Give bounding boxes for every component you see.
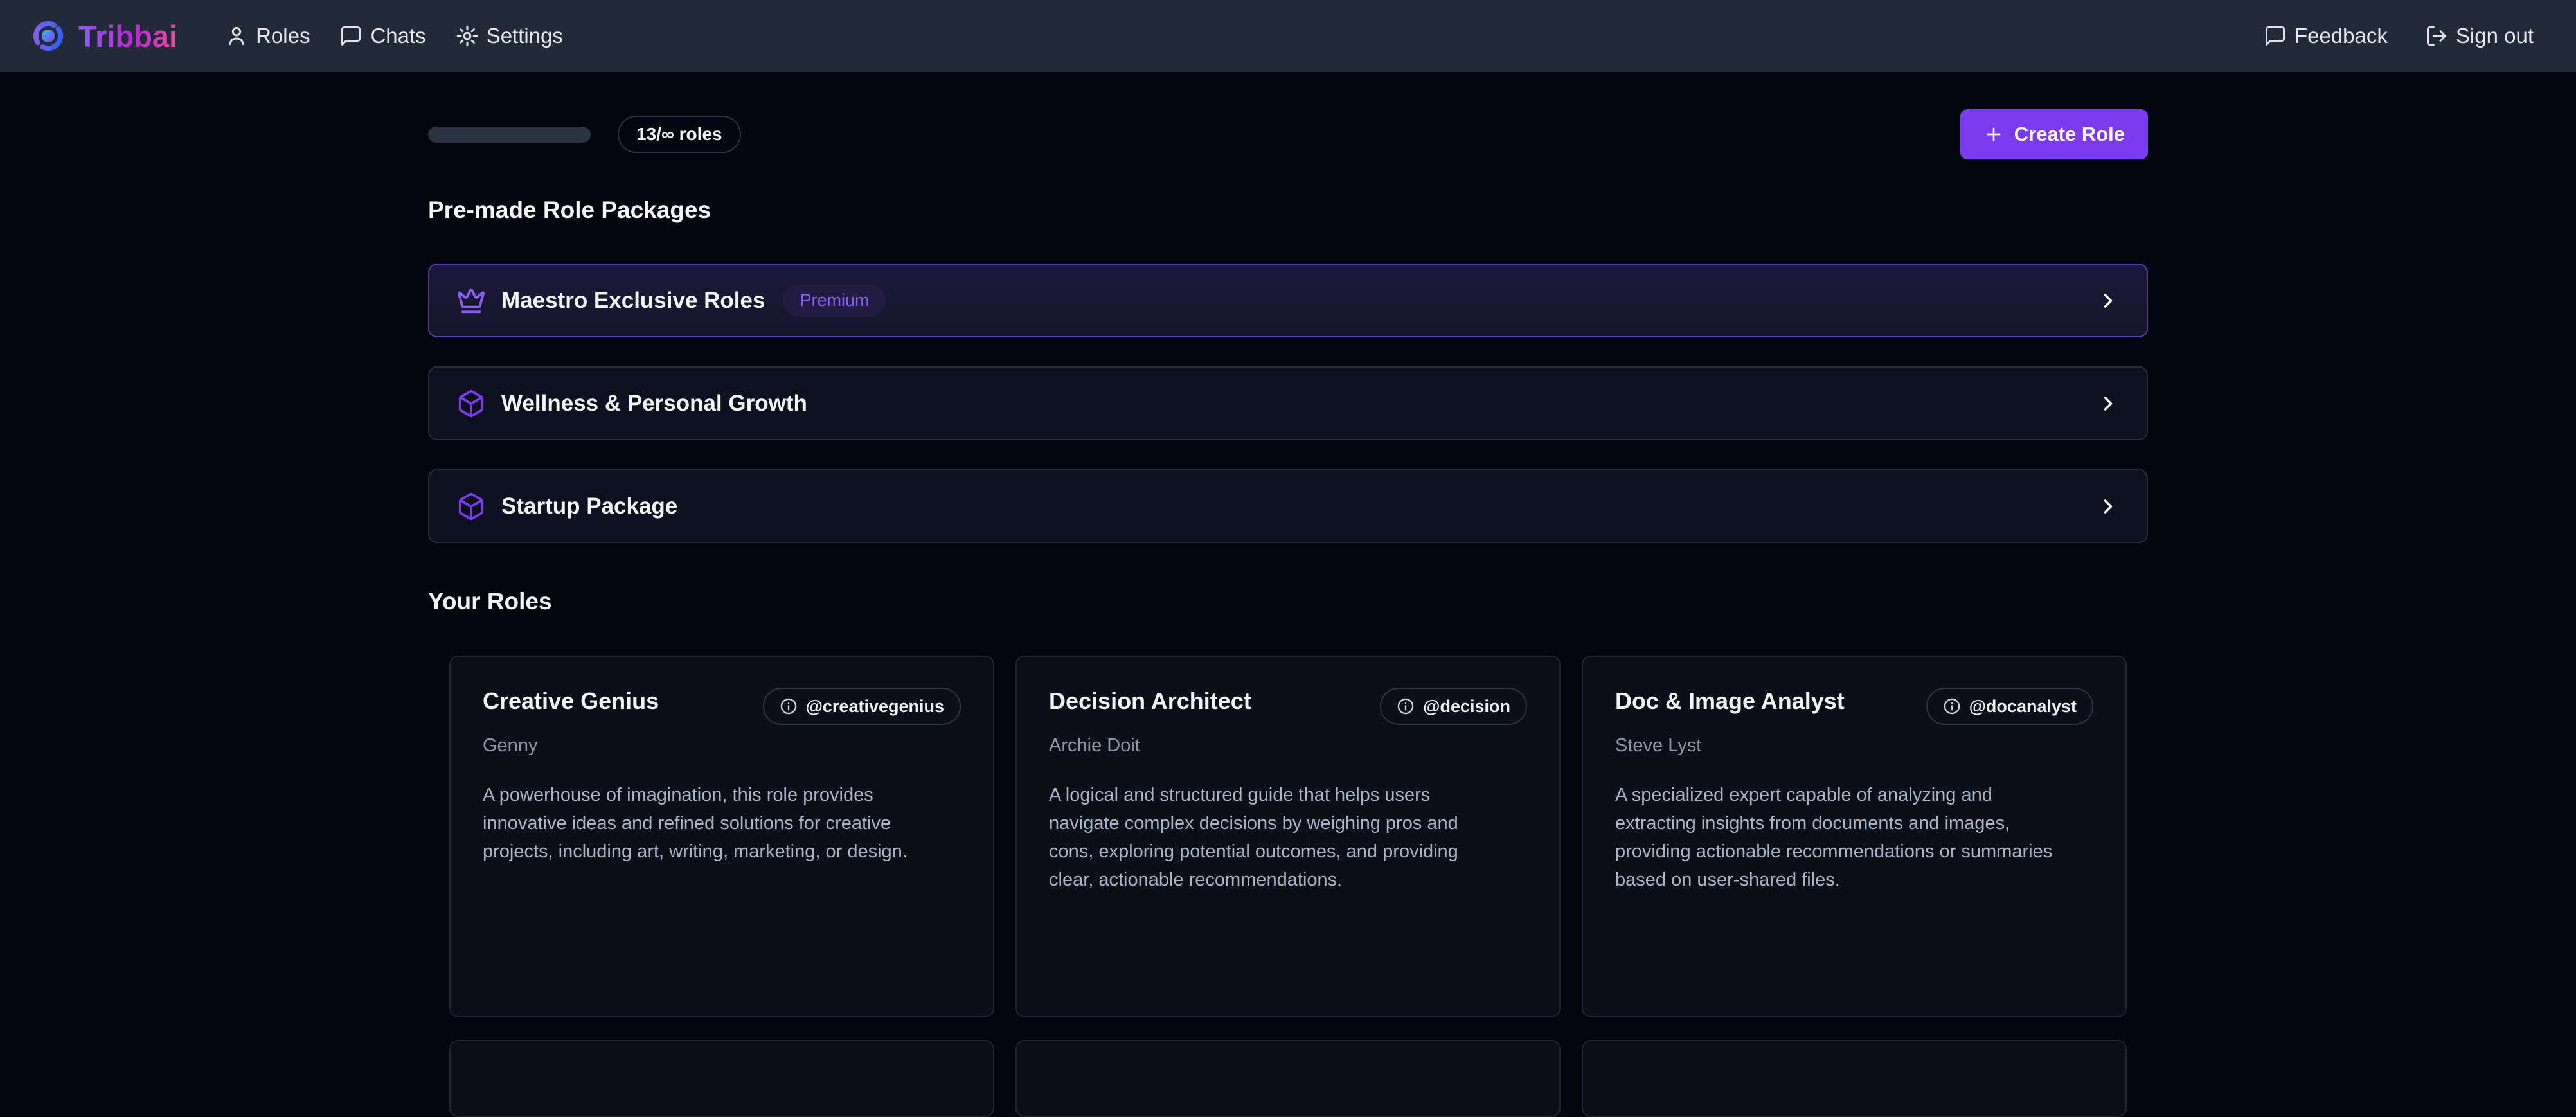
premade-packages-heading: Pre-made Role Packages <box>428 197 2148 224</box>
role-handle: @docanalyst <box>1969 697 2077 717</box>
create-role-button[interactable]: Create Role <box>1960 109 2148 159</box>
package-title: Wellness & Personal Growth <box>501 391 807 416</box>
role-title: Doc & Image Analyst <box>1615 688 1845 715</box>
role-handle: @decision <box>1423 697 1510 717</box>
nav-item-label: Roles <box>256 24 310 48</box>
package-icon <box>456 492 486 521</box>
role-title: Decision Architect <box>1049 688 1251 715</box>
chevron-right-icon <box>2097 289 2120 312</box>
info-icon <box>1397 697 1415 715</box>
role-handle-badge[interactable]: @decision <box>1380 688 1527 725</box>
info-icon <box>1943 697 1961 715</box>
secondary-nav: Feedback Sign out <box>2264 24 2534 48</box>
brand-name: Tribbai <box>78 19 177 54</box>
package-row-maestro[interactable]: Maestro Exclusive Roles Premium <box>428 264 2148 337</box>
plus-icon <box>1983 124 2004 145</box>
package-title: Startup Package <box>501 494 677 519</box>
role-card-partial[interactable] <box>1582 1040 2127 1117</box>
gear-icon <box>456 24 479 48</box>
role-card-creative-genius[interactable]: Creative Genius @creativegenius Genny A … <box>449 656 994 1017</box>
roles-toolbar: 13/∞ roles Create Role <box>428 109 2148 159</box>
roles-count-badge: 13/∞ roles <box>618 116 741 153</box>
package-row-wellness[interactable]: Wellness & Personal Growth <box>428 366 2148 440</box>
nav-item-label: Settings <box>487 24 563 48</box>
chat-bubble-icon <box>339 24 362 48</box>
role-card-partial[interactable] <box>449 1040 994 1117</box>
package-title: Maestro Exclusive Roles <box>501 288 765 314</box>
role-description: A powerhouse of imagination, this role p… <box>483 781 922 866</box>
package-list: Maestro Exclusive Roles Premium Wellness… <box>428 264 2148 543</box>
role-card-header: Decision Architect @decision <box>1049 688 1527 725</box>
roles-grid-row-2 <box>449 1040 2127 1117</box>
roles-progress-bar <box>428 127 591 143</box>
nav-item-roles[interactable]: Roles <box>225 24 310 48</box>
sign-out-label: Sign out <box>2456 24 2534 48</box>
chat-bubble-icon <box>2264 24 2287 48</box>
role-title: Creative Genius <box>483 688 659 715</box>
brand-logo[interactable]: Tribbai <box>31 19 177 54</box>
user-icon <box>225 24 248 48</box>
feedback-button[interactable]: Feedback <box>2264 24 2388 48</box>
roles-grid: Creative Genius @creativegenius Genny A … <box>449 656 2127 1017</box>
feedback-label: Feedback <box>2294 24 2388 48</box>
tribbai-logo-icon <box>31 19 66 53</box>
role-handle-badge[interactable]: @creativegenius <box>763 688 961 725</box>
role-handle: @creativegenius <box>806 697 944 717</box>
nav-item-label: Chats <box>370 24 425 48</box>
create-role-label: Create Role <box>2014 123 2125 146</box>
chevron-right-icon <box>2097 495 2120 518</box>
role-card-decision-architect[interactable]: Decision Architect @decision Archie Doit… <box>1015 656 1561 1017</box>
your-roles-heading: Your Roles <box>428 588 2148 615</box>
role-handle-badge[interactable]: @docanalyst <box>1926 688 2093 725</box>
role-subtitle: Steve Lyst <box>1615 735 2093 756</box>
crown-icon <box>456 286 486 316</box>
info-icon <box>780 697 798 715</box>
main-content: 13/∞ roles Create Role Pre-made Role Pac… <box>428 109 2148 1117</box>
role-card-header: Creative Genius @creativegenius <box>483 688 961 725</box>
chevron-right-icon <box>2097 392 2120 415</box>
logout-icon <box>2425 24 2448 48</box>
sign-out-button[interactable]: Sign out <box>2425 24 2534 48</box>
role-card-header: Doc & Image Analyst @docanalyst <box>1615 688 2093 725</box>
package-row-startup[interactable]: Startup Package <box>428 469 2148 543</box>
role-card-doc-image-analyst[interactable]: Doc & Image Analyst @docanalyst Steve Ly… <box>1582 656 2127 1017</box>
role-description: A specialized expert capable of analyzin… <box>1615 781 2055 894</box>
role-subtitle: Genny <box>483 735 961 756</box>
roles-count-label: 13/∞ roles <box>636 124 722 145</box>
premium-badge: Premium <box>783 284 886 317</box>
nav-item-settings[interactable]: Settings <box>456 24 563 48</box>
role-card-partial[interactable] <box>1015 1040 1561 1117</box>
top-navigation: Tribbai Roles Chats <box>0 0 2576 72</box>
nav-item-chats[interactable]: Chats <box>339 24 425 48</box>
primary-nav: Roles Chats Settings <box>225 24 563 48</box>
role-description: A logical and structured guide that help… <box>1049 781 1489 894</box>
package-icon <box>456 389 486 418</box>
role-subtitle: Archie Doit <box>1049 735 1527 756</box>
